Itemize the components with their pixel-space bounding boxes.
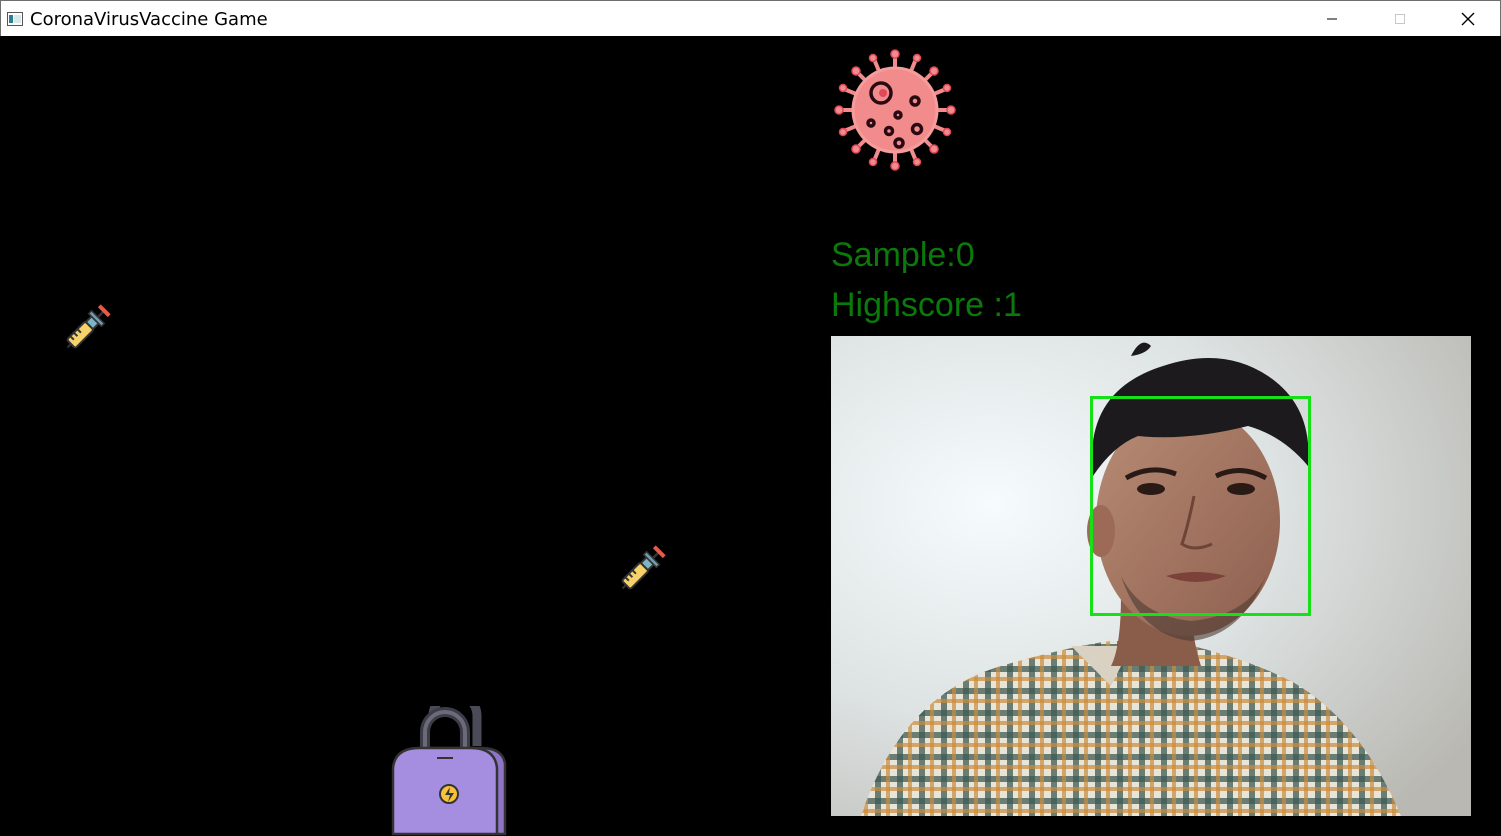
window-title: CoronaVirusVaccine Game xyxy=(30,9,268,30)
close-button[interactable] xyxy=(1434,1,1501,37)
syringe-icon xyxy=(621,545,666,590)
sample-score: Sample:0 xyxy=(831,236,975,274)
minimize-button[interactable] xyxy=(1298,1,1366,37)
face-detection-box xyxy=(1090,396,1311,616)
game-canvas[interactable]: Sample:0 Highscore :1 xyxy=(1,36,1501,836)
close-icon xyxy=(1461,12,1475,26)
maximize-button[interactable] xyxy=(1366,1,1434,37)
highscore: Highscore :1 xyxy=(831,286,1022,324)
webcam-feed xyxy=(831,336,1471,816)
vaccine-bag-icon[interactable] xyxy=(389,706,521,836)
maximize-icon xyxy=(1395,14,1405,24)
virus-icon xyxy=(834,49,956,171)
minimize-icon xyxy=(1327,18,1337,20)
window-titlebar[interactable]: CoronaVirusVaccine Game xyxy=(0,0,1501,36)
app-icon xyxy=(7,12,23,26)
syringe-icon xyxy=(66,304,111,349)
